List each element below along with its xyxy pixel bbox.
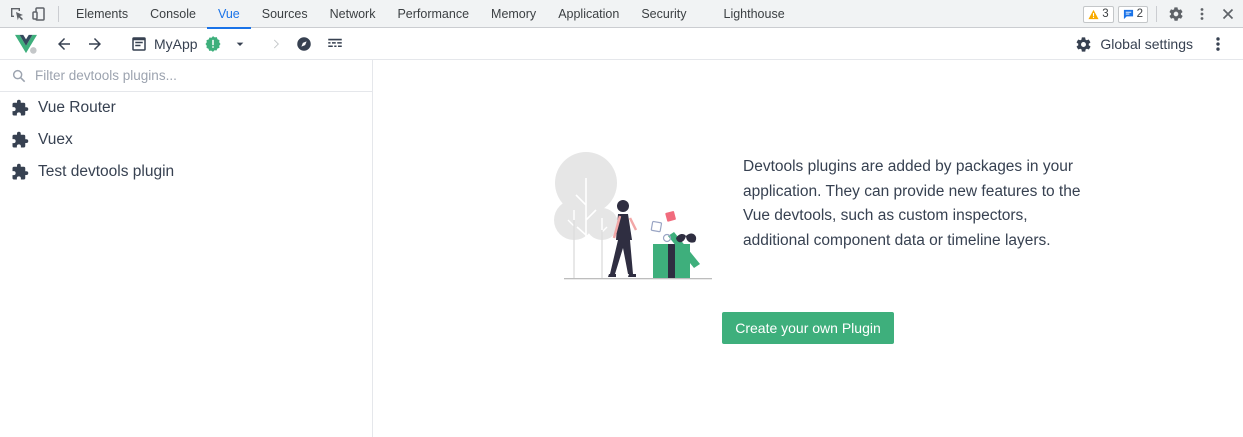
inspect-element-icon[interactable] [6, 3, 28, 25]
plugin-item[interactable]: Test devtools plugin [0, 156, 372, 188]
tab-sources[interactable]: Sources [251, 0, 319, 28]
app-selector[interactable]: MyApp [130, 32, 248, 56]
devtools-right-controls: 3 2 [1083, 0, 1239, 28]
plugin-filter [0, 60, 372, 92]
arrow-right-icon[interactable] [83, 32, 107, 56]
tab-performance[interactable]: Performance [386, 0, 480, 28]
tab-elements[interactable]: Elements [65, 0, 139, 28]
puzzle-icon [12, 99, 29, 116]
messages-count: 2 [1136, 8, 1143, 20]
toolbar-divider [58, 5, 59, 22]
global-settings-button[interactable]: Global settings [1075, 32, 1193, 56]
tab-network[interactable]: Network [319, 0, 387, 28]
tab-lighthouse[interactable]: Lighthouse [713, 0, 796, 28]
dropdown-caret-icon [236, 42, 243, 46]
plugin-item-label: Vue Router [38, 99, 116, 116]
tab-vue[interactable]: Vue [206, 0, 251, 29]
vue-logo-icon[interactable] [12, 32, 40, 56]
app-window-icon [132, 37, 146, 51]
plugins-sidebar: Vue Router Vuex Test devtools plugin [0, 60, 373, 437]
compass-icon[interactable] [292, 32, 316, 56]
plugins-description: Devtools plugins are added by packages i… [743, 158, 1081, 249]
arrow-left-icon[interactable] [52, 32, 76, 56]
app-name: MyApp [154, 36, 198, 52]
tab-security[interactable]: Security [630, 0, 697, 28]
puzzle-icon [12, 131, 29, 148]
puzzle-icon [12, 163, 29, 180]
search-icon [12, 69, 26, 82]
warnings-badge[interactable]: 3 [1083, 5, 1114, 23]
global-settings-label: Global settings [1100, 36, 1193, 52]
chevron-right-icon [264, 32, 288, 56]
devtools-tab-bar: Elements Console Vue Sources Network Performa… [0, 0, 1243, 29]
tab-console[interactable]: Console [139, 0, 207, 28]
warning-icon [1088, 9, 1099, 19]
more-vertical-icon[interactable] [1191, 3, 1213, 25]
plugin-item-label: Test devtools plugin [38, 163, 175, 180]
warnings-count: 3 [1102, 8, 1109, 20]
gear-icon [1076, 36, 1091, 52]
plugin-item[interactable]: Vuex [0, 124, 372, 156]
gear-icon[interactable] [1165, 3, 1187, 25]
toolbar-divider [1156, 6, 1157, 22]
messages-badge[interactable]: 2 [1117, 5, 1148, 23]
plugin-item[interactable]: Vue Router [0, 92, 372, 124]
tab-application[interactable]: Application [547, 0, 630, 28]
more-vertical-icon[interactable] [1206, 32, 1230, 56]
bug-badge-icon [205, 36, 221, 52]
plugins-main-panel: Devtools plugins are added by packages i… [374, 60, 1243, 437]
plugin-filter-input[interactable] [35, 68, 355, 83]
tab-memory[interactable]: Memory [480, 0, 547, 28]
create-plugin-button[interactable]: Create your own Plugin [722, 312, 894, 344]
devtools-tabs: Elements Console Vue Sources Network Performa… [65, 0, 796, 29]
message-icon [1123, 9, 1133, 19]
plugins-illustration [554, 152, 712, 280]
timeline-icon[interactable] [323, 32, 347, 56]
close-icon[interactable] [1217, 3, 1239, 25]
device-toolbar-icon[interactable] [28, 3, 50, 25]
plugin-list: Vue Router Vuex Test devtools plugin [0, 92, 372, 188]
plugin-item-label: Vuex [38, 131, 73, 148]
vue-devtools-toolbar: MyApp Global settings [0, 28, 1243, 60]
